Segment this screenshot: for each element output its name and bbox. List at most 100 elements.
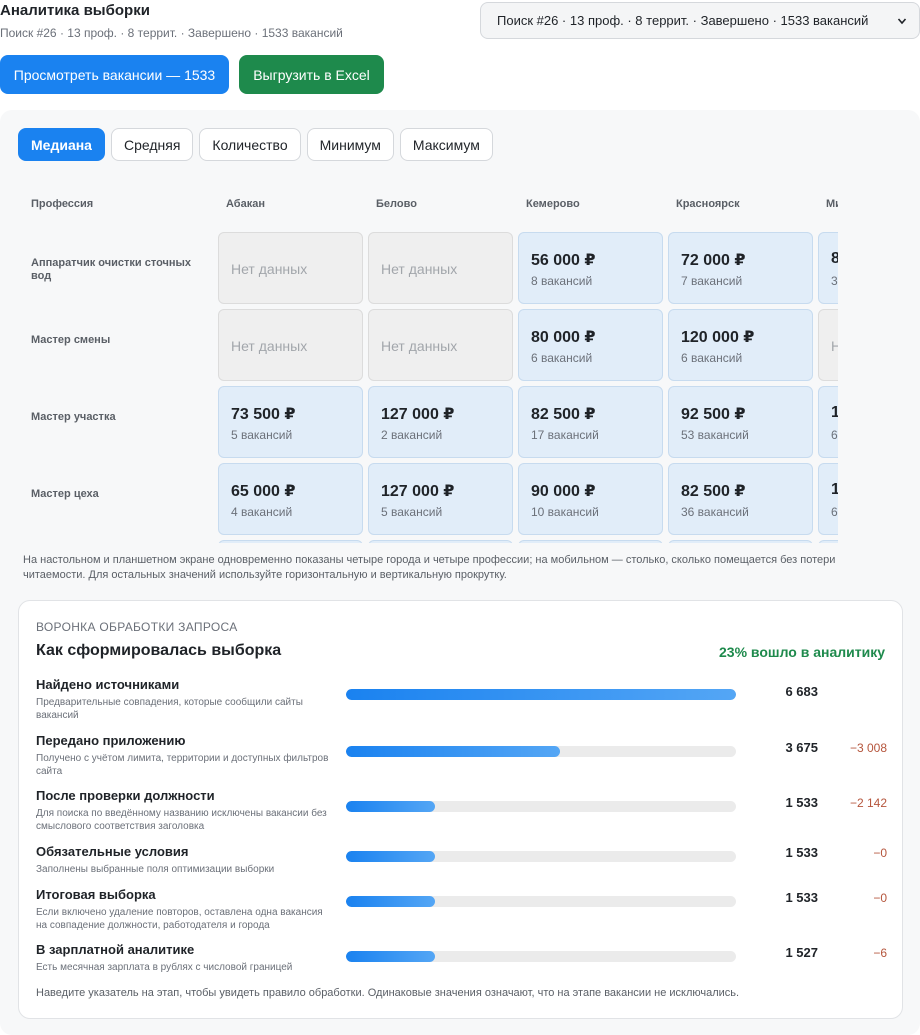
cell-salary-value: 72 000 ₽ <box>681 252 746 269</box>
salary-cell[interactable]: Нет данных <box>218 309 363 381</box>
profession-column-header: Профессия <box>31 198 94 210</box>
salary-cell[interactable]: 65 000 ₽ 4 вакансий <box>218 463 363 535</box>
no-data-label: Нет данных <box>381 338 458 354</box>
stage-value: 1 533 <box>785 845 818 860</box>
export-excel-button[interactable]: Выгрузить в Excel <box>239 55 384 94</box>
page-subtitle: Поиск #26 · 13 проф. · 8 террит. · Завер… <box>0 26 343 40</box>
stage-value: 1 533 <box>785 795 818 810</box>
stage-value: 6 683 <box>785 684 818 699</box>
salary-cell[interactable]: 73 500 ₽ 5 вакансий <box>218 386 363 458</box>
profession-row-header: Мастер участка <box>31 411 116 423</box>
funnel-hint: Наведите указатель на этап, чтобы увидет… <box>36 987 740 999</box>
salary-cell[interactable]: 16 <box>818 386 838 458</box>
salary-cell[interactable] <box>818 540 838 543</box>
search-select[interactable]: Поиск #26 · 13 проф. · 8 террит. · Завер… <box>480 2 920 39</box>
stage-progress-track <box>346 896 736 907</box>
metric-tab[interactable]: Медиана <box>18 128 105 161</box>
salary-cell[interactable]: 83 <box>818 232 838 304</box>
stage-delta: −0 <box>873 891 887 905</box>
cell-vacancy-count: 53 вакансий <box>681 428 749 442</box>
cell-vacancy-count: 5 вакансий <box>231 428 293 442</box>
cell-vacancy-count: 17 вакансий <box>531 428 599 442</box>
salary-cell[interactable]: 127 000 ₽ 5 вакансий <box>368 463 513 535</box>
funnel-label: ВОРОНКА ОБРАБОТКИ ЗАПРОСА <box>36 620 238 634</box>
cell-salary-value: 73 500 ₽ <box>231 406 296 423</box>
stage-name: В зарплатной аналитике <box>36 942 195 957</box>
stage-delta: −3 008 <box>849 741 887 755</box>
cell-salary-value: 127 000 ₽ <box>381 483 455 500</box>
cell-vacancy-count: 6 вакансий <box>531 351 593 365</box>
salary-cell[interactable] <box>518 540 663 543</box>
cell-salary-value: 82 500 ₽ <box>531 406 596 423</box>
stage-value: 1 527 <box>785 945 818 960</box>
cell-salary-value: 82 500 ₽ <box>681 483 746 500</box>
city-column-header: Абакан <box>226 198 265 210</box>
salary-cell[interactable]: Н <box>818 309 838 381</box>
stage-progress-track <box>346 951 736 962</box>
cell-salary-value: 1 <box>831 404 838 421</box>
stage-value: 1 533 <box>785 890 818 905</box>
cell-salary-value: 56 000 ₽ <box>531 252 596 269</box>
cell-vacancy-count: 4 вакансий <box>231 505 293 519</box>
stage-name: Передано приложению <box>36 733 186 748</box>
cell-vacancy-count: 5 вакансий <box>381 505 443 519</box>
chevron-down-icon <box>897 17 907 24</box>
salary-cell[interactable]: 80 000 ₽ 6 вакансий <box>518 309 663 381</box>
cell-salary-value: 92 500 ₽ <box>681 406 746 423</box>
salary-cell[interactable]: 92 500 ₽ 53 вакансий <box>668 386 813 458</box>
salary-cell[interactable]: 127 000 ₽ 2 вакансий <box>368 386 513 458</box>
metric-tab[interactable]: Минимум <box>306 128 394 161</box>
city-column-header: Белово <box>376 198 417 210</box>
profession-row-header: Мастер смены <box>31 334 111 346</box>
stage-name: Обязательные условия <box>36 844 189 859</box>
grid-note: На настольном и планшетном экране одновр… <box>23 554 836 581</box>
cell-salary-value: 120 000 ₽ <box>681 329 755 346</box>
cell-salary-value: 90 000 ₽ <box>531 483 596 500</box>
salary-cell[interactable] <box>368 540 513 543</box>
metric-tab[interactable]: Количество <box>199 128 301 161</box>
stage-name: Найдено источниками <box>36 677 180 692</box>
stage-progress-fill <box>346 851 436 862</box>
stage-progress-fill <box>346 689 736 700</box>
metric-tab[interactable]: Максимум <box>399 128 493 161</box>
cell-salary-value: 65 000 ₽ <box>231 483 296 500</box>
salary-cell[interactable]: 120 000 ₽ 6 вакансий <box>668 309 813 381</box>
profession-row-header: Мастер цеха <box>31 488 99 500</box>
city-column-header: Кемерово <box>526 198 580 210</box>
salary-cell[interactable]: Нет данных <box>368 232 513 304</box>
stage-description: Предварительные совпадения, которые сооб… <box>36 697 303 721</box>
funnel-card: ВОРОНКА ОБРАБОТКИ ЗАПРОСА Как сформирова… <box>18 600 903 1019</box>
cell-salary-value: 80 000 ₽ <box>531 329 596 346</box>
stage-delta: −0 <box>873 846 887 860</box>
stage-name: Итоговая выборка <box>36 887 156 902</box>
stage-progress-track <box>346 851 736 862</box>
no-data-label: Нет данных <box>381 261 458 277</box>
salary-cell[interactable] <box>218 540 363 543</box>
stage-description: Есть месячная зарплата в рублях с числов… <box>36 962 293 973</box>
salary-cell[interactable]: Нет данных <box>368 309 513 381</box>
view-vacancies-button[interactable]: Просмотреть вакансии — 1533 <box>0 55 229 94</box>
salary-cell[interactable]: 72 000 ₽ 7 вакансий <box>668 232 813 304</box>
salary-cell[interactable]: 16 <box>818 463 838 535</box>
salary-cell[interactable] <box>668 540 813 543</box>
no-data-label: Н <box>831 338 838 354</box>
salary-cell[interactable]: 90 000 ₽ 10 вакансий <box>518 463 663 535</box>
cell-vacancy-count: 8 вакансий <box>531 274 593 288</box>
search-select-value: Поиск #26 · 13 проф. · 8 террит. · Завер… <box>497 13 869 28</box>
salary-cell[interactable]: 56 000 ₽ 8 вакансий <box>518 232 663 304</box>
salary-cell[interactable]: 82 500 ₽ 36 вакансий <box>668 463 813 535</box>
cell-vacancy-count: 3 <box>831 274 838 288</box>
stage-progress-fill <box>346 951 436 962</box>
stage-progress-fill <box>346 746 561 757</box>
city-column-header: Ми <box>826 198 838 210</box>
metric-tab[interactable]: Средняя <box>110 128 194 161</box>
salary-grid[interactable]: Профессия Абакан Белово Кемерово Красноярск… <box>18 180 838 543</box>
page-title: Аналитика выборки <box>0 2 150 19</box>
stage-progress-track <box>346 689 736 700</box>
funnel-percent: 23% вошло в аналитику <box>719 644 885 660</box>
stage-delta: −6 <box>873 946 887 960</box>
metric-tabs: Медиана Средняя Количество Минимум Максимум <box>18 128 493 161</box>
salary-cell[interactable]: 82 500 ₽ 17 вакансий <box>518 386 663 458</box>
salary-cell[interactable]: Нет данных <box>218 232 363 304</box>
stage-description: Получено с учётом лимита, территории и д… <box>36 753 329 777</box>
